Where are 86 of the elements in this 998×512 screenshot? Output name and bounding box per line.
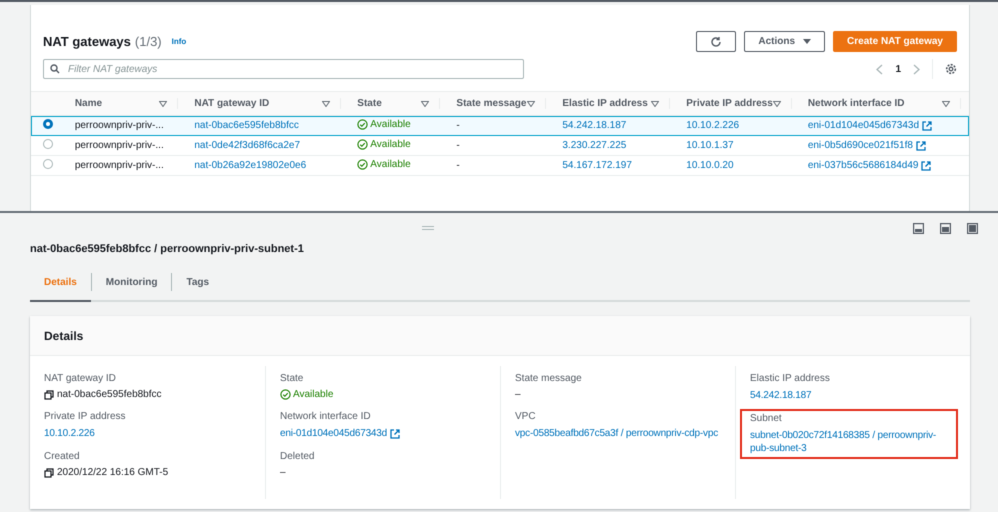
status-text: Available [357, 138, 411, 150]
drag-handle-icon[interactable] [422, 226, 434, 230]
gateway-link[interactable]: nat-0b26a92e19802e0e6 [194, 160, 306, 171]
sort-icon[interactable] [421, 100, 430, 106]
info-link[interactable]: Info [172, 37, 186, 46]
radio-button[interactable] [43, 139, 53, 149]
field-label: Deleted [280, 451, 316, 462]
table-cell: perroownpriv-priv-... [74, 140, 164, 151]
settings-icon[interactable] [945, 63, 957, 75]
panel-layout-icon[interactable] [967, 222, 978, 234]
external-link-icon[interactable] [916, 140, 926, 150]
field-link[interactable]: 10.10.2.226 [44, 427, 255, 440]
ip-link[interactable]: 54.242.18.187 [562, 120, 626, 131]
column-header[interactable]: State [357, 98, 382, 109]
check-circle-icon [357, 138, 368, 150]
sort-icon[interactable] [527, 100, 536, 106]
field-label: VPC [515, 411, 537, 422]
field-value: – [280, 467, 287, 478]
search-field[interactable]: Filter NAT gateways [43, 59, 524, 79]
interface-link[interactable]: eni-037b56c5686184d49 [808, 160, 918, 171]
field-label: Created [44, 451, 81, 462]
selection-count: (1/3) [134, 34, 162, 49]
page-number[interactable]: 1 [895, 64, 901, 74]
external-link-icon[interactable] [922, 120, 932, 130]
column-header[interactable]: Name [74, 98, 102, 109]
actions-button[interactable]: Actions [744, 31, 826, 52]
status-text: Available [357, 158, 411, 170]
panel-layout-icon[interactable] [940, 222, 951, 234]
gateway-link[interactable]: nat-0de42f3d68f6ca2e7 [194, 140, 300, 151]
external-link-icon[interactable] [921, 160, 932, 170]
field-value: 2020/12/22 16:16 GMT-5 [57, 467, 168, 478]
search-icon [50, 64, 60, 74]
field-value: – [515, 389, 522, 400]
check-circle-icon [357, 118, 368, 130]
sort-icon[interactable] [651, 100, 660, 106]
refresh-button[interactable] [696, 31, 736, 52]
field-label: NAT gateway ID [44, 373, 117, 384]
copy-icon[interactable] [44, 468, 54, 478]
gateway-link[interactable]: nat-0bac6e595feb8bfcc [194, 120, 299, 131]
external-link-icon[interactable] [390, 428, 400, 438]
status-text: Available [357, 118, 411, 130]
table-cell: - [456, 120, 460, 131]
table-cell: - [456, 140, 460, 151]
create-button[interactable]: Create NAT gateway [833, 31, 957, 52]
table-cell: perroownpriv-priv-... [74, 120, 164, 131]
field-link[interactable]: vpc-0585beafbd67c5a3f / perroownpriv-cdp-vpc [515, 427, 725, 440]
table-row[interactable]: perroownpriv-priv-... nat-0bac6e595feb8bfcc Available - 54.242.18.187 10.10.2.226 eni-01d104e045d67343d [31, 116, 969, 136]
copy-icon[interactable] [44, 390, 54, 400]
refresh-icon[interactable] [710, 36, 722, 48]
radio-button[interactable] [43, 119, 53, 129]
sort-icon[interactable] [322, 100, 330, 106]
interface-link[interactable]: eni-01d104e045d67343d [808, 120, 920, 131]
table-row[interactable]: perroownpriv-priv-... nat-0de42f3d68f6ca2e7 Available - 3.230.227.225 10.10.1.37 eni-0b5d690ce021f51f8 [31, 136, 969, 156]
field-label: Elastic IP address [750, 373, 831, 384]
ip-link[interactable]: 10.10.0.20 [686, 160, 734, 171]
list-title: NAT gateways [43, 34, 131, 49]
sort-icon[interactable] [772, 100, 781, 106]
sort-icon[interactable] [159, 100, 168, 106]
field-label: Private IP address [44, 411, 127, 422]
panel-layout-icon[interactable] [913, 222, 924, 234]
field-link[interactable]: subnet-0b020c72f14168385 / perroownpriv-pub-subnet-3 [750, 429, 948, 455]
ip-link[interactable]: 10.10.2.226 [686, 120, 740, 131]
field-label: State [280, 373, 304, 384]
ip-link[interactable]: 3.230.227.225 [562, 140, 626, 151]
field-label: Subnet [750, 413, 783, 424]
tab[interactable]: Tags [172, 267, 224, 302]
field-value: nat-0bac6e595feb8bfcc [57, 389, 162, 400]
table-row[interactable]: perroownpriv-priv-... nat-0b26a92e19802e0e6 Available - 54.167.172.197 10.10.0.20 eni-037b56c5686184d49 [31, 156, 969, 176]
ip-link[interactable]: 54.167.172.197 [562, 160, 632, 171]
ip-link[interactable]: 10.10.1.37 [686, 140, 734, 151]
status-text: Available [280, 389, 490, 400]
field-label: Network interface ID [280, 411, 372, 422]
sort-icon[interactable] [942, 100, 950, 106]
field-link[interactable]: eni-01d104e045d67343d [280, 427, 388, 440]
table-cell: - [456, 160, 460, 171]
field-label: State message [515, 373, 583, 384]
detail-title: nat-0bac6e595feb8bfcc / perroownpriv-priv-subnet-1 [30, 243, 305, 255]
check-circle-icon [280, 389, 291, 400]
interface-link[interactable]: eni-0b5d690ce021f51f8 [808, 140, 913, 151]
caret-icon[interactable] [803, 38, 812, 44]
check-circle-icon [357, 158, 368, 170]
radio-button[interactable] [43, 159, 53, 169]
card-title: Details [44, 328, 84, 342]
field-link[interactable]: 54.242.18.187 [750, 389, 960, 402]
tab[interactable]: Monitoring [92, 267, 172, 302]
table-cell: perroownpriv-priv-... [74, 160, 164, 171]
